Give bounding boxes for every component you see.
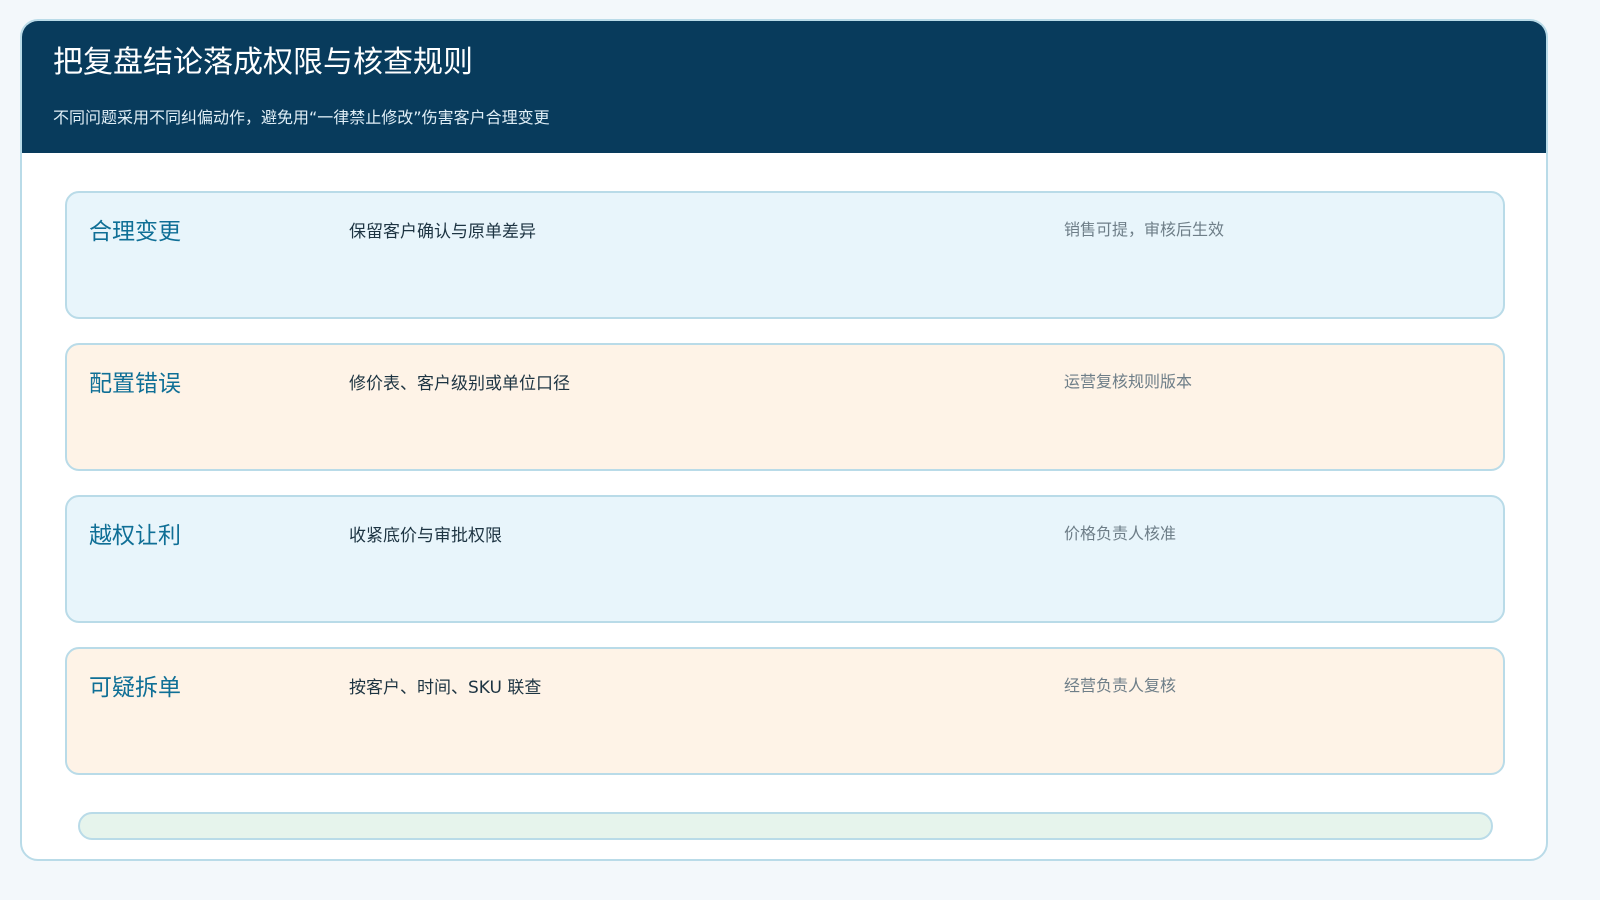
rule-owner: 销售可提，审核后生效: [1064, 220, 1225, 239]
rule-label: 配置错误: [89, 371, 181, 397]
rule-owner: 价格负责人核准: [1064, 524, 1177, 543]
rule-action: 按客户、时间、SKU 联查: [349, 678, 542, 698]
rules-panel: 把复盘结论落成权限与核查规则 不同问题采用不同纠偏动作，避免用“一律禁止修改”伤…: [20, 19, 1548, 861]
rule-owner: 运营复核规则版本: [1064, 372, 1193, 391]
rule-row-config-error: 配置错误 修价表、客户级别或单位口径 运营复核规则版本: [65, 343, 1505, 471]
rule-action: 保留客户确认与原单差异: [349, 222, 536, 242]
page-title: 把复盘结论落成权限与核查规则: [53, 45, 473, 80]
footer-bar: [78, 812, 1493, 840]
rule-label: 可疑拆单: [89, 675, 181, 701]
rule-label: 越权让利: [89, 523, 181, 549]
rule-owner: 经营负责人复核: [1064, 676, 1177, 695]
rule-row-unauthorized-discount: 越权让利 收紧底价与审批权限 价格负责人核准: [65, 495, 1505, 623]
rule-action: 修价表、客户级别或单位口径: [349, 374, 570, 394]
rule-row-suspicious-split: 可疑拆单 按客户、时间、SKU 联查 经营负责人复核: [65, 647, 1505, 775]
rule-action: 收紧底价与审批权限: [349, 526, 502, 546]
page-subtitle: 不同问题采用不同纠偏动作，避免用“一律禁止修改”伤害客户合理变更: [53, 108, 550, 127]
header: 把复盘结论落成权限与核查规则 不同问题采用不同纠偏动作，避免用“一律禁止修改”伤…: [22, 21, 1546, 153]
rule-row-reasonable-change: 合理变更 保留客户确认与原单差异 销售可提，审核后生效: [65, 191, 1505, 319]
rule-label: 合理变更: [89, 219, 181, 245]
